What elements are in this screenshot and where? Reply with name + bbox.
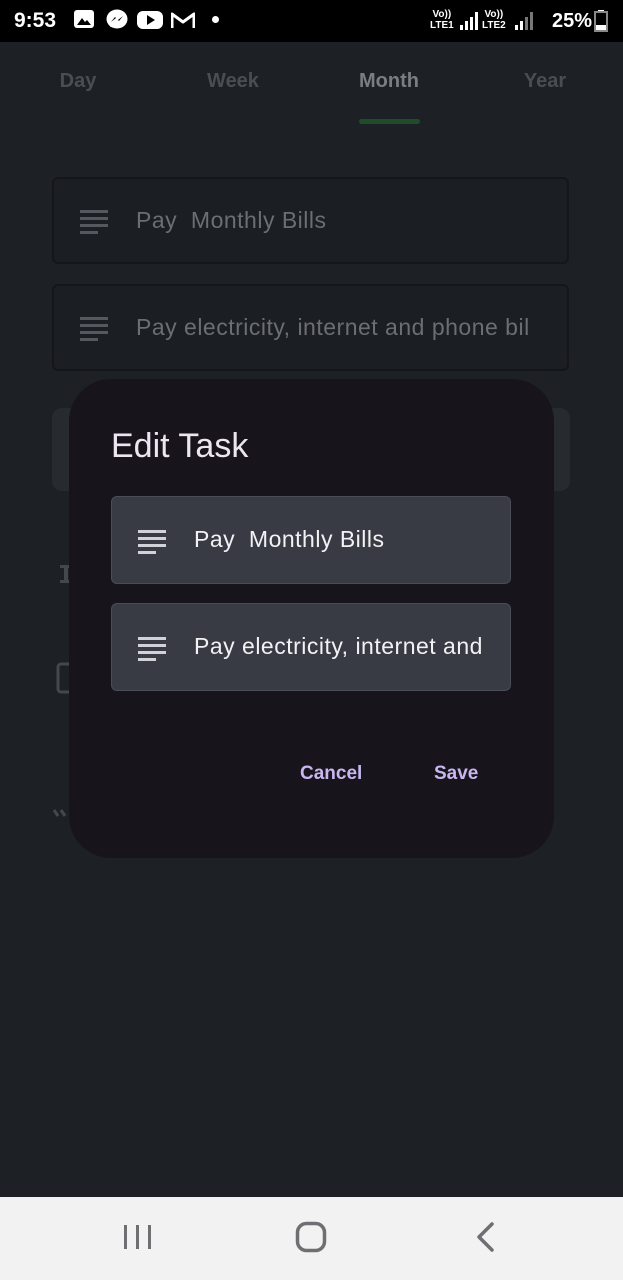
lte2-label: Vo)) LTE2	[482, 9, 506, 31]
screen: 9:53 Vo)) LTE1 Vo)) LTE2 25% Day Week Mo…	[0, 0, 623, 1280]
period-tabs: Day Week Month Year	[0, 42, 623, 126]
tab-day[interactable]: Day	[18, 70, 138, 93]
tab-indicator	[359, 119, 420, 124]
youtube-icon	[137, 10, 163, 35]
battery-icon	[594, 10, 608, 37]
cancel-button[interactable]: Cancel	[300, 763, 362, 785]
notes-icon	[80, 209, 110, 240]
notes-icon	[138, 636, 168, 667]
battery-percent: 25%	[552, 10, 593, 32]
bg-description-field[interactable]: Pay electricity, internet and phone bil	[52, 284, 569, 371]
notes-icon	[80, 316, 110, 347]
task-description-value: Pay electricity, internet and	[194, 633, 483, 659]
recents-icon[interactable]	[122, 1221, 154, 1258]
task-description-field[interactable]: Pay electricity, internet and	[111, 603, 511, 691]
task-title-field[interactable]: Pay Monthly Bills	[111, 496, 511, 584]
gmail-icon	[170, 11, 196, 34]
notification-dot	[212, 16, 219, 23]
tab-week[interactable]: Week	[173, 70, 293, 93]
status-time: 9:53	[14, 9, 57, 32]
task-title-value: Pay Monthly Bills	[194, 526, 385, 552]
back-icon[interactable]	[472, 1221, 500, 1258]
bg-checkbox-icon	[56, 662, 84, 699]
status-bar: 9:53 Vo)) LTE1 Vo)) LTE2 25%	[0, 0, 623, 42]
signal-icon	[459, 11, 479, 36]
lte1-label: Vo)) LTE1	[430, 9, 454, 31]
image-icon	[74, 9, 94, 34]
bg-title-field[interactable]: Pay Monthly Bills	[52, 177, 569, 264]
home-icon[interactable]	[295, 1221, 327, 1258]
tab-month[interactable]: Month	[329, 70, 449, 93]
notes-icon	[138, 529, 168, 560]
dialog-title: Edit Task	[111, 427, 249, 465]
bg-title-value: Pay Monthly Bills	[136, 207, 327, 233]
edit-task-dialog: Edit Task Pay Monthly Bills Pay electric…	[69, 379, 554, 858]
navigation-bar	[0, 1197, 623, 1280]
tab-year[interactable]: Year	[485, 70, 605, 93]
bg-quote-icon	[52, 808, 70, 827]
messenger-icon	[106, 9, 128, 36]
signal-icon	[514, 11, 534, 36]
save-button[interactable]: Save	[434, 763, 478, 785]
bg-description-value: Pay electricity, internet and phone bil	[136, 314, 530, 340]
